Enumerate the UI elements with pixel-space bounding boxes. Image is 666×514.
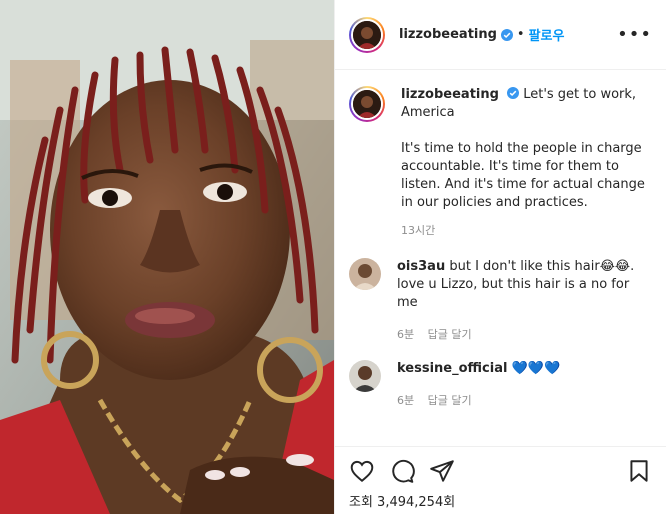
post-video[interactable] (0, 0, 334, 514)
more-options-icon[interactable]: ••• (617, 24, 652, 45)
action-bar (349, 457, 652, 485)
paper-plane-icon[interactable] (429, 458, 455, 484)
caption-username[interactable]: lizzobeeating (401, 87, 499, 102)
comment-meta: 6분 답글 달기 (397, 326, 652, 344)
caption-body: lizzobeeating Let's get to work, America… (401, 86, 652, 240)
video-frame-illustration (0, 0, 334, 514)
verified-badge-icon (500, 28, 513, 41)
separator-dot: • (516, 27, 525, 42)
comment-body: ois3au but I don't like this hair😂😂. lov… (397, 258, 652, 344)
author-avatar[interactable] (349, 16, 385, 53)
comment-row: ois3au but I don't like this hair😂😂. lov… (349, 258, 652, 344)
comments-list: lizzobeeating Let's get to work, America… (335, 70, 666, 410)
caption-row: lizzobeeating Let's get to work, America… (349, 86, 652, 240)
comment-username[interactable]: kessine_official (397, 361, 507, 376)
caption-meta: 13시간 (401, 222, 652, 240)
comment-row: kessine_official 💙💙💙 6분 답글 달기 (349, 360, 652, 410)
post-sidebar: lizzobeeating • 팔로우 ••• lizzobeeating Le… (334, 0, 666, 514)
view-count: 조회 3,494,254회 (349, 495, 456, 510)
speech-bubble-icon[interactable] (389, 458, 415, 484)
avatar-image (351, 18, 383, 51)
caption-author-avatar[interactable] (349, 86, 385, 122)
caption-text-paragraph: It's time to hold the people in charge a… (401, 141, 645, 210)
verified-badge-icon (507, 87, 520, 99)
post-footer: 조회 3,494,254회 (335, 446, 666, 514)
comment-username[interactable]: ois3au (397, 259, 445, 274)
caption-timestamp[interactable]: 13시간 (401, 224, 435, 237)
comment-meta: 6분 답글 달기 (397, 392, 652, 410)
post-header: lizzobeeating • 팔로우 ••• (335, 0, 666, 70)
comment-timestamp[interactable]: 6분 (397, 328, 414, 341)
instagram-post: lizzobeeating • 팔로우 ••• lizzobeeating Le… (0, 0, 666, 514)
reply-button[interactable]: 답글 달기 (428, 394, 472, 407)
avatar-image (351, 88, 383, 120)
bookmark-icon[interactable] (626, 458, 652, 484)
commenter-avatar[interactable] (349, 360, 381, 392)
heart-outline-icon[interactable] (349, 458, 375, 484)
comment-body: kessine_official 💙💙💙 6분 답글 달기 (397, 360, 652, 410)
reply-button[interactable]: 답글 달기 (428, 328, 472, 341)
follow-button[interactable]: 팔로우 (529, 25, 565, 44)
comment-text: 💙💙💙 (511, 361, 561, 376)
comment-timestamp[interactable]: 6분 (397, 394, 414, 407)
author-username[interactable]: lizzobeeating (399, 27, 497, 42)
commenter-avatar[interactable] (349, 258, 381, 290)
